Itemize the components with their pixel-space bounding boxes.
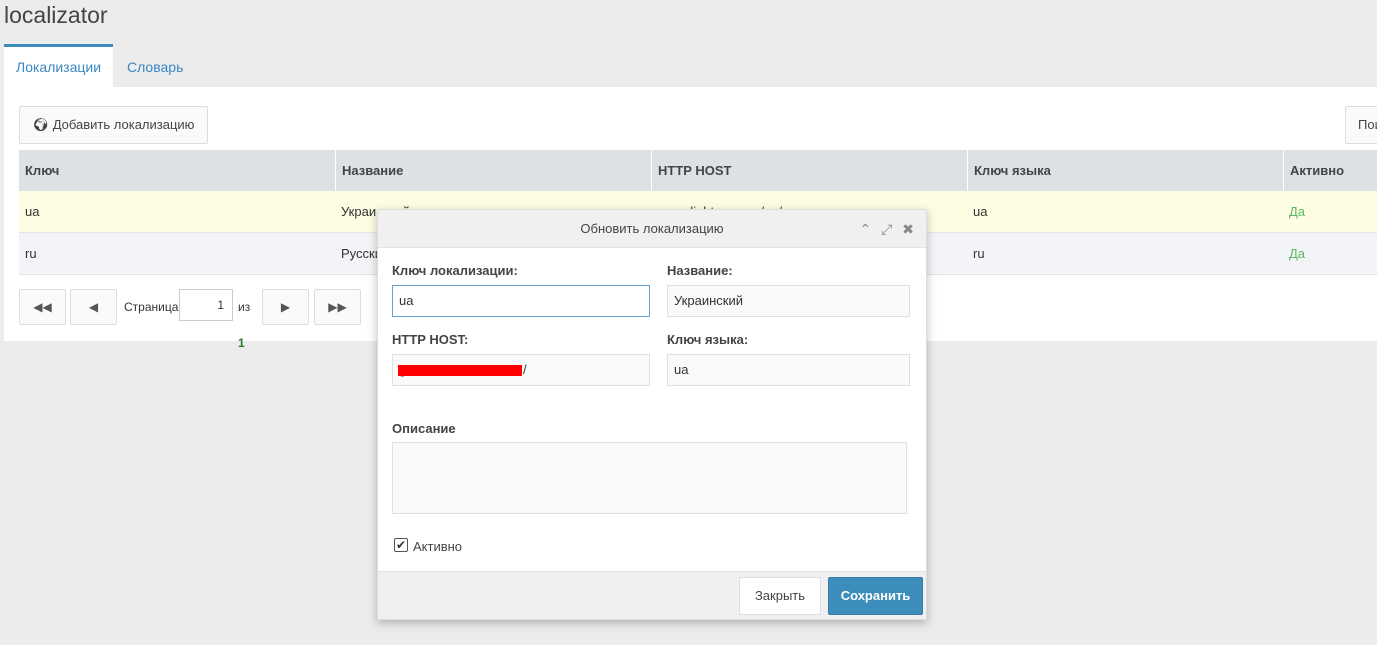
dialog-footer: Закрыть Сохранить	[378, 571, 926, 619]
collapse-icon[interactable]: ⌃	[860, 221, 872, 237]
column-header-lang[interactable]: Ключ языка	[967, 150, 1283, 191]
cell-lang: ua	[973, 204, 988, 219]
cell-active: Да	[1289, 204, 1306, 219]
add-localization-label: Добавить локализацию	[52, 117, 195, 132]
update-localization-dialog: Обновить локализацию ⌃ ⤢ ✖ Ключ локализа…	[377, 209, 927, 620]
name-input[interactable]: Украинский	[667, 285, 910, 317]
tab-bar: Локализации Словарь	[4, 44, 1377, 87]
prev-page-icon: ◀	[88, 300, 99, 314]
cell-lang: ru	[973, 246, 985, 261]
last-page-button[interactable]: ▶▶	[314, 289, 361, 325]
host-value-end: /	[523, 362, 527, 377]
maximize-icon[interactable]: ⤢	[881, 221, 892, 237]
search-field[interactable]: Пои	[1345, 106, 1377, 144]
close-button[interactable]: Закрыть	[739, 577, 821, 615]
column-header-key[interactable]: Ключ	[19, 150, 335, 191]
cell-active: Да	[1289, 246, 1306, 261]
tab-dictionary[interactable]: Словарь	[115, 44, 195, 87]
first-page-icon: ◀◀	[33, 300, 52, 314]
description-textarea[interactable]	[392, 442, 907, 514]
redaction-mark	[398, 365, 522, 376]
column-header-name[interactable]: Название	[335, 150, 651, 191]
close-icon[interactable]: ✖	[902, 221, 914, 237]
active-checkbox-label[interactable]: Активно	[413, 539, 462, 554]
dialog-header: Обновить локализацию ⌃ ⤢ ✖	[378, 210, 926, 248]
localization-key-input[interactable]: ua	[392, 285, 650, 317]
next-page-button[interactable]: ▶	[262, 289, 309, 325]
check-icon: ✔	[395, 538, 407, 552]
page-input[interactable]: 1	[179, 289, 233, 321]
dialog-title: Обновить локализацию	[580, 221, 724, 236]
globe-icon: 🌍︎	[32, 117, 50, 132]
add-localization-button[interactable]: 🌍︎ Добавить локализацию	[19, 106, 208, 144]
key-label: Ключ локализации:	[392, 263, 518, 278]
save-button[interactable]: Сохранить	[828, 577, 923, 615]
name-label: Название:	[667, 263, 733, 278]
page-title: localizator	[4, 2, 108, 28]
page-total: 1	[238, 336, 245, 350]
column-header-active[interactable]: Активно	[1283, 150, 1377, 191]
prev-page-button[interactable]: ◀	[70, 289, 117, 325]
last-page-icon: ▶▶	[328, 300, 347, 314]
host-label: HTTP HOST:	[392, 332, 469, 347]
first-page-button[interactable]: ◀◀	[19, 289, 66, 325]
next-page-icon: ▶	[280, 300, 291, 314]
tab-localizations[interactable]: Локализации	[4, 44, 114, 87]
lang-key-input[interactable]: ua	[667, 354, 910, 386]
cell-key: ru	[25, 246, 37, 261]
page-label: Страница	[124, 300, 179, 314]
lang-label: Ключ языка:	[667, 332, 749, 347]
column-header-host[interactable]: HTTP HOST	[651, 150, 967, 191]
page-of: из 1	[238, 289, 250, 361]
cell-key: ua	[25, 204, 40, 219]
table-header: Ключ Название HTTP HOST Ключ языка Актив…	[19, 150, 1377, 191]
page-of-label: из	[238, 300, 251, 314]
description-label: Описание	[392, 421, 456, 436]
active-checkbox[interactable]: ✔	[394, 538, 408, 552]
http-host-input[interactable]: g /	[392, 354, 650, 386]
